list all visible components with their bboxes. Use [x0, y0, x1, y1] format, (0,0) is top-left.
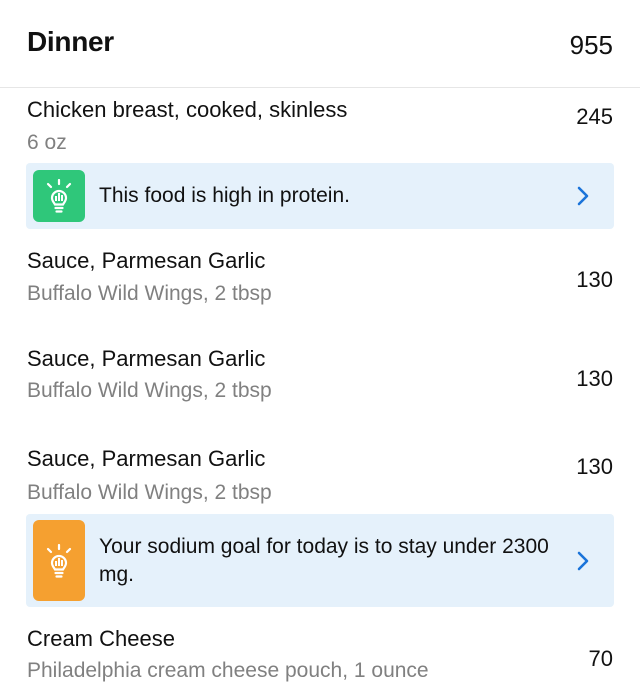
- food-entry-row[interactable]: Sauce, Parmesan Garlic Buffalo Wild Wing…: [0, 430, 640, 512]
- food-serving: Buffalo Wild Wings, 2 tbsp: [27, 379, 272, 402]
- food-entry-row[interactable]: Cream Cheese Philadelphia cream cheese p…: [0, 610, 640, 689]
- chevron-right-icon: [577, 186, 589, 206]
- food-calories: 70: [588, 646, 613, 671]
- meal-section-header[interactable]: Dinner 955: [0, 0, 640, 88]
- nutrition-tip-protein[interactable]: This food is high in protein.: [26, 163, 614, 229]
- food-name: Sauce, Parmesan Garlic: [27, 346, 266, 371]
- food-serving: Buffalo Wild Wings, 2 tbsp: [27, 282, 272, 305]
- lightbulb-icon: [33, 520, 85, 601]
- food-calories: 130: [576, 366, 613, 391]
- food-entry-row[interactable]: Chicken breast, cooked, skinless 6 oz 24…: [0, 89, 640, 161]
- food-name: Chicken breast, cooked, skinless: [27, 97, 348, 122]
- tip-text: This food is high in protein.: [99, 184, 350, 207]
- food-name: Sauce, Parmesan Garlic: [27, 446, 266, 471]
- food-calories: 130: [576, 267, 613, 292]
- nutrition-tip-sodium[interactable]: Your sodium goal for today is to stay un…: [26, 514, 614, 607]
- chevron-right-icon: [577, 551, 589, 571]
- food-entry-row[interactable]: Sauce, Parmesan Garlic Buffalo Wild Wing…: [0, 330, 640, 426]
- food-calories: 130: [576, 454, 613, 479]
- food-entry-row[interactable]: Sauce, Parmesan Garlic Buffalo Wild Wing…: [0, 230, 640, 326]
- food-calories: 245: [576, 104, 613, 129]
- food-serving: Philadelphia cream cheese pouch, 1 ounce: [27, 659, 429, 682]
- food-name: Cream Cheese: [27, 626, 175, 651]
- tip-text: Your sodium goal for today is to stay un…: [99, 535, 549, 586]
- food-serving: Buffalo Wild Wings, 2 tbsp: [27, 481, 272, 504]
- lightbulb-icon: [33, 170, 85, 222]
- food-serving: 6 oz: [27, 131, 67, 154]
- food-name: Sauce, Parmesan Garlic: [27, 248, 266, 273]
- meal-total-calories: 955: [569, 30, 613, 60]
- meal-title: Dinner: [27, 26, 114, 57]
